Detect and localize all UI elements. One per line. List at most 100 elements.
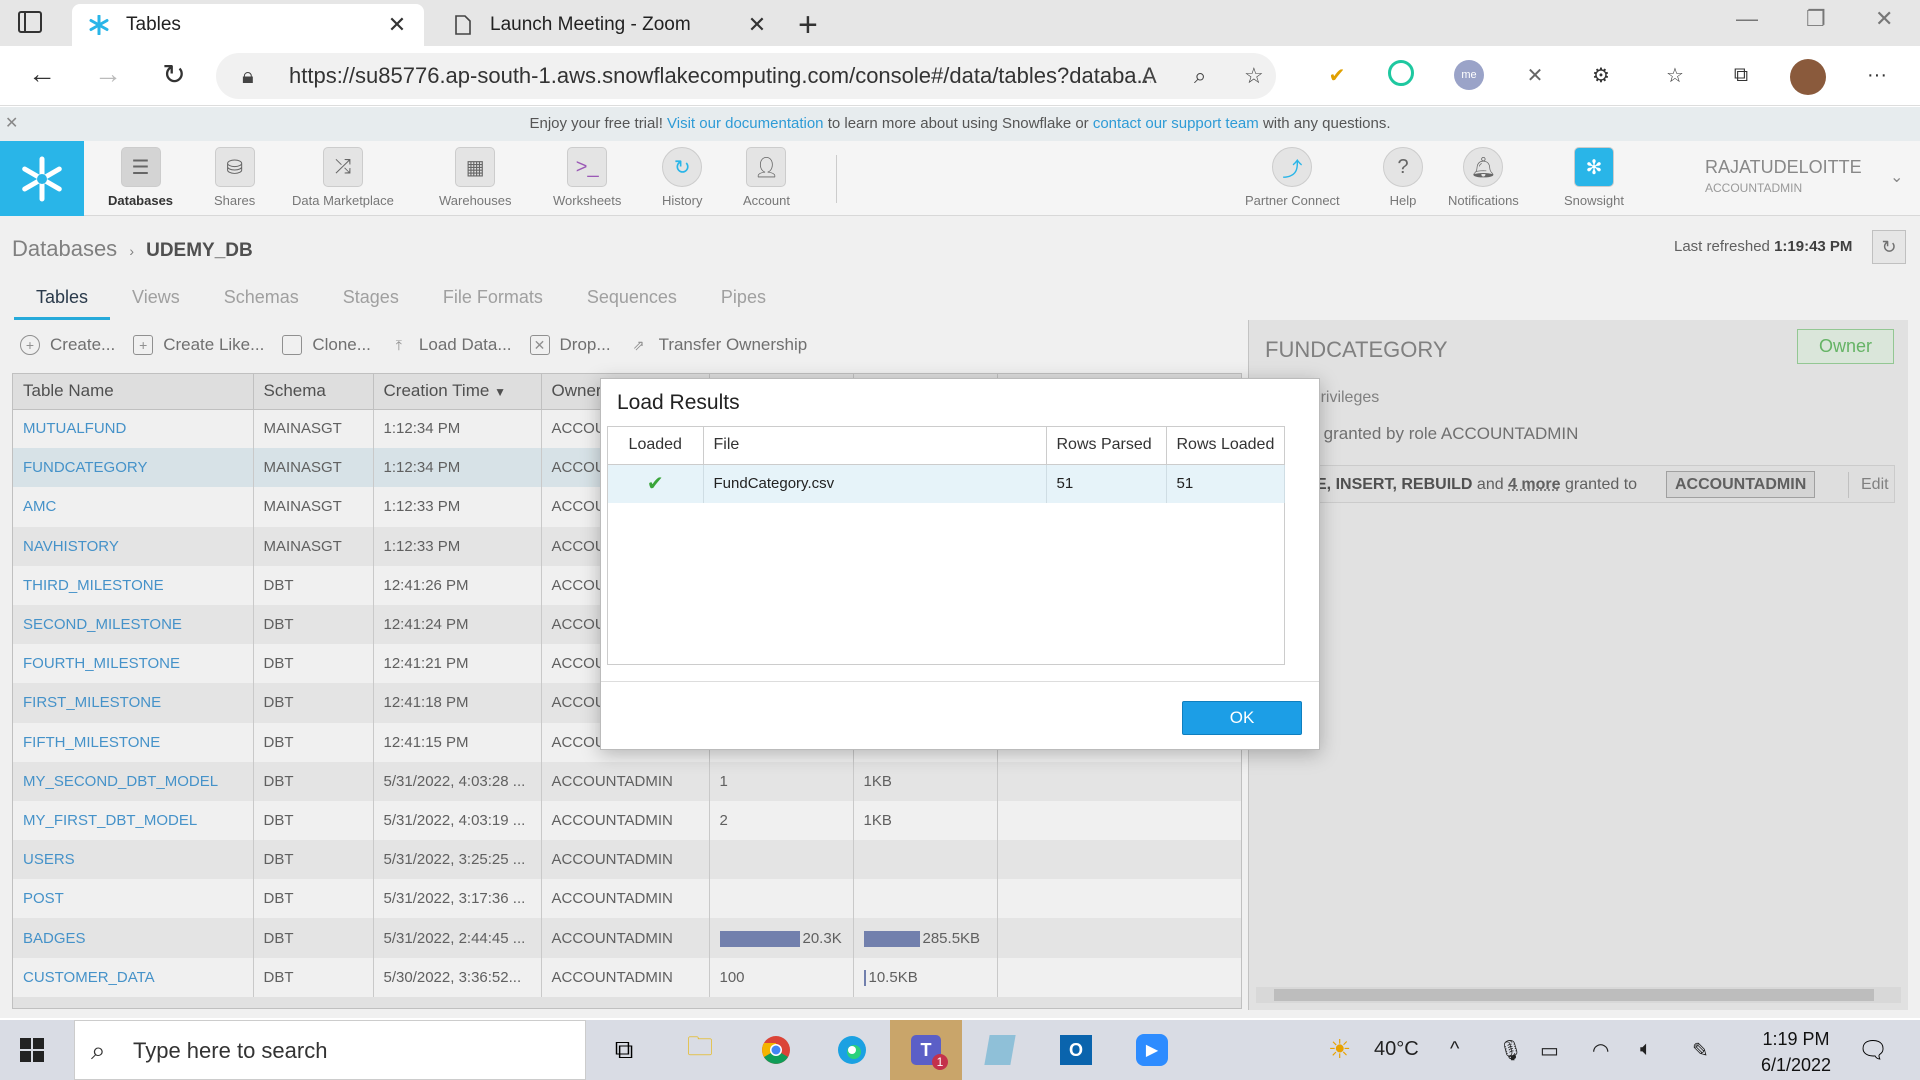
close-banner-icon[interactable]: ✕	[5, 107, 18, 141]
nav-label: Account	[743, 193, 790, 208]
warehouse-icon: ▦	[455, 147, 496, 187]
nav-notifications[interactable]: 🔔︎ Notifications	[1448, 147, 1519, 208]
column-header-rows-parsed: Rows Parsed	[1046, 427, 1167, 465]
documentation-link[interactable]: Visit our documentation	[667, 115, 823, 132]
read-aloud-icon[interactable]: A	[1142, 63, 1157, 89]
microphone-icon[interactable]: 🎙︎	[1498, 1038, 1523, 1063]
snowflake-icon	[88, 14, 110, 36]
banner-text: Enjoy your free trial!	[529, 115, 663, 132]
battery-icon[interactable]: ▭	[1540, 1038, 1559, 1063]
outlook-icon[interactable]: O	[1056, 1030, 1096, 1070]
nav-worksheets[interactable]: >_ Worksheets	[553, 147, 621, 208]
support-link[interactable]: contact our support team	[1093, 115, 1259, 132]
app-header: ☰ Databases ⛁ Shares ⤮ Data Marketplace …	[0, 141, 1920, 216]
collections-icon[interactable]: ⧉	[1726, 60, 1756, 90]
file-explorer-icon[interactable]: 🗀	[680, 1030, 720, 1070]
dialog-divider	[601, 681, 1319, 682]
nav-label: History	[662, 193, 703, 208]
ok-button[interactable]: OK	[1182, 701, 1302, 735]
banner-text: to learn more about using Snowflake or	[827, 115, 1089, 132]
nav-label: Snowsight	[1564, 193, 1624, 208]
norton-extension-icon[interactable]: ✔	[1322, 60, 1352, 90]
zoom-icon[interactable]: ⌕	[1194, 63, 1206, 89]
close-tab-icon[interactable]: ✕	[746, 12, 768, 38]
task-view-icon[interactable]: ⧉	[604, 1030, 644, 1070]
weather-icon[interactable]: ☀	[1328, 1034, 1351, 1065]
checkmark-icon: ✔	[608, 464, 704, 503]
nav-label: Help	[1389, 193, 1417, 208]
clock-time: 1:19 PM	[1762, 1029, 1830, 1049]
notepad-icon[interactable]	[980, 1030, 1020, 1070]
extensions-icon[interactable]: ⚙	[1586, 60, 1616, 90]
edge-icon[interactable]	[832, 1030, 872, 1070]
nav-databases[interactable]: ☰ Databases	[108, 147, 173, 208]
nav-snowsight[interactable]: ✻ Snowsight	[1564, 147, 1624, 208]
minimize-icon[interactable]: —	[1736, 6, 1758, 32]
nav-label: Worksheets	[553, 193, 622, 208]
close-window-icon[interactable]: ✕	[1875, 6, 1893, 32]
nav-help[interactable]: ? Help	[1383, 147, 1423, 208]
search-placeholder: Type here to search	[133, 1038, 328, 1063]
nav-partner-connect[interactable]: ⤴ Partner Connect	[1245, 147, 1340, 208]
column-header-file: File	[703, 427, 1047, 465]
forward-icon[interactable]: →	[90, 58, 126, 90]
more-options-icon[interactable]: ···	[1862, 60, 1892, 90]
user-menu[interactable]: RAJATUDELOITTE ACCOUNTADMIN	[1705, 157, 1862, 195]
system-clock[interactable]: 1:19 PM 6/1/2022	[1756, 1026, 1836, 1078]
favorite-add-icon[interactable]: ☆	[1244, 63, 1264, 89]
lock-icon[interactable]: 🔒︎	[242, 63, 254, 89]
marketplace-icon: ⤮	[322, 147, 363, 187]
file-name: FundCategory.csv	[703, 464, 1047, 503]
notifications-icon[interactable]: 🗨︎	[1858, 1036, 1888, 1065]
nav-history[interactable]: ↻ History	[662, 147, 702, 208]
bell-icon: 🔔︎	[1463, 147, 1504, 187]
chevron-down-icon[interactable]: ⌄	[1890, 167, 1903, 187]
extension-q-icon[interactable]	[1388, 60, 1414, 86]
snowflake-logo[interactable]	[0, 141, 84, 216]
pen-icon[interactable]: ✎	[1692, 1038, 1709, 1063]
windows-start-icon[interactable]	[20, 1038, 44, 1062]
teams-icon[interactable]: T 1	[890, 1020, 962, 1080]
weather-temp[interactable]: 40°C	[1374, 1038, 1419, 1061]
reload-icon[interactable]: ↻	[156, 58, 192, 91]
tab-actions-icon[interactable]	[18, 11, 42, 33]
nav-label: Partner Connect	[1245, 193, 1340, 208]
volume-icon[interactable]: 🔈︎	[1640, 1038, 1652, 1061]
banner-text: with any questions.	[1262, 115, 1391, 132]
zoom-icon[interactable]: ▶	[1132, 1030, 1172, 1070]
document-icon	[452, 14, 474, 36]
nav-label: Shares	[214, 193, 256, 208]
chrome-icon[interactable]	[756, 1030, 796, 1070]
header-divider	[836, 155, 837, 203]
load-results-table: Loaded File Rows Parsed Rows Loaded ✔ Fu…	[607, 426, 1285, 665]
browser-toolbar: ← → ↻ 🔒︎ https://su85776.ap-south-1.aws.…	[0, 46, 1920, 106]
nav-data-marketplace[interactable]: ⤮ Data Marketplace	[292, 147, 394, 208]
browser-tab-strip: Tables ✕ Launch Meeting - Zoom ✕ + — ❐ ✕	[0, 0, 1920, 46]
dialog-title: Load Results	[617, 391, 740, 414]
extension-x-icon[interactable]: ✕	[1520, 60, 1550, 90]
user-role: ACCOUNTADMIN	[1705, 181, 1803, 195]
tab-zoom[interactable]: Launch Meeting - Zoom ✕	[436, 4, 784, 46]
restore-icon[interactable]: ❐	[1806, 6, 1826, 32]
chevron-up-icon[interactable]: ^	[1450, 1038, 1459, 1061]
back-icon[interactable]: ←	[24, 58, 60, 90]
tab-label: Tables	[126, 14, 181, 35]
nav-label: Databases	[108, 193, 174, 208]
taskbar-search[interactable]: ⌕ Type here to search	[74, 1020, 586, 1080]
close-tab-icon[interactable]: ✕	[386, 12, 408, 38]
trial-banner: ✕ Enjoy your free trial! Visit our docum…	[0, 107, 1920, 141]
wifi-icon[interactable]: ◠	[1592, 1038, 1609, 1063]
shares-icon: ⛁	[214, 147, 255, 187]
nav-shares[interactable]: ⛁ Shares	[214, 147, 255, 208]
profile-avatar[interactable]	[1790, 59, 1826, 95]
new-tab-button[interactable]: +	[798, 6, 818, 45]
tab-tables[interactable]: Tables ✕	[72, 4, 424, 46]
table-row[interactable]: ✔ FundCategory.csv 51 51	[608, 464, 1285, 503]
extension-me-icon[interactable]: me	[1454, 60, 1484, 90]
nav-account[interactable]: 👤︎ Account	[743, 147, 790, 208]
nav-warehouses[interactable]: ▦ Warehouses	[439, 147, 512, 208]
address-bar[interactable]: 🔒︎ https://su85776.ap-south-1.aws.snowfl…	[216, 53, 1276, 99]
user-name: RAJATUDELOITTE	[1705, 157, 1862, 177]
favorites-icon[interactable]: ☆	[1660, 60, 1690, 90]
history-icon: ↻	[662, 147, 703, 187]
